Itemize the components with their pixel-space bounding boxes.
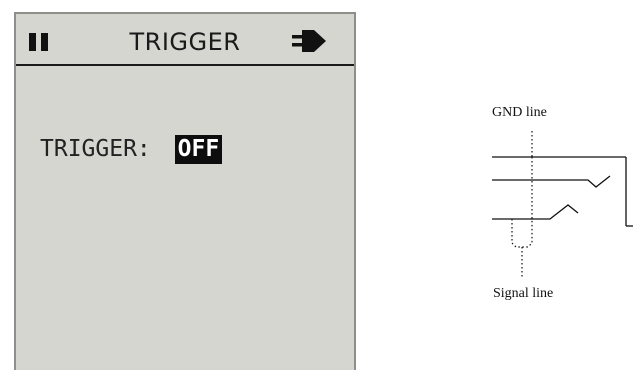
title-bar: TRIGGER: [16, 14, 354, 66]
connector-diagram: GND line Signal line: [470, 95, 633, 315]
trigger-setting-label: TRIGGER:: [40, 136, 165, 162]
connector-schematic: [492, 131, 633, 279]
trigger-setting-value[interactable]: OFF: [174, 134, 223, 164]
signal-line-label: Signal line: [493, 286, 554, 301]
trigger-setting-row[interactable]: TRIGGER: OFF: [40, 134, 223, 164]
gnd-line-label: GND line: [492, 105, 547, 120]
device-screen: TRIGGER TRIGGER: OFF: [14, 12, 356, 370]
plug-icon[interactable]: [292, 29, 328, 53]
